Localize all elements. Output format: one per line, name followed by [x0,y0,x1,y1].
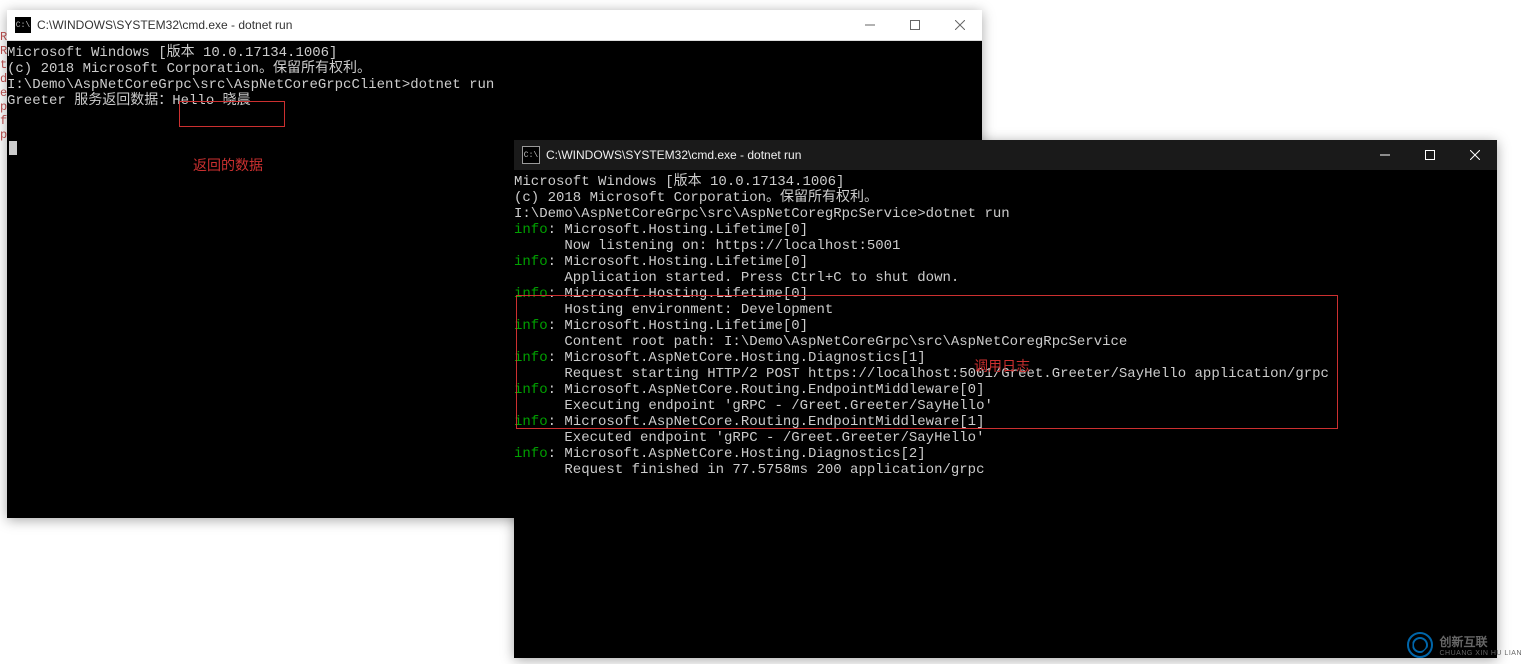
titlebar[interactable]: C:\ C:\WINDOWS\SYSTEM32\cmd.exe - dotnet… [7,10,982,41]
log-line-source: info: Microsoft.AspNetCore.Hosting.Diagn… [514,446,1493,462]
log-line-source: info: Microsoft.Hosting.Lifetime[0] [514,286,1493,302]
log-line-source: info: Microsoft.AspNetCore.Hosting.Diagn… [514,350,1493,366]
cmd-icon: C:\ [522,146,540,164]
log-line-source: info: Microsoft.AspNetCore.Routing.Endpo… [514,414,1493,430]
terminal-output[interactable]: Microsoft Windows [版本 10.0.17134.1006](c… [514,170,1497,658]
maximize-button[interactable] [1407,140,1452,170]
close-button[interactable] [1452,140,1497,170]
watermark-text: 创新互联 [1439,633,1522,650]
watermark: 创新互联 CHUANG XIN HU LIAN [1407,632,1522,658]
annotation-label-return-data: 返回的数据 [193,157,263,173]
window-controls [1362,140,1497,170]
log-level: info [514,382,548,398]
log-line-message: Request starting HTTP/2 POST https://loc… [514,366,1493,382]
maximize-button[interactable] [892,10,937,40]
terminal-line: Microsoft Windows [版本 10.0.17134.1006] [514,174,1493,190]
log-line-message: Now listening on: https://localhost:5001 [514,238,1493,254]
terminal-line: Greeter 服务返回数据：Hello 晓晨 [7,93,978,109]
log-line-message: Content root path: I:\Demo\AspNetCoreGrp… [514,334,1493,350]
terminal-line: (c) 2018 Microsoft Corporation。保留所有权利。 [514,190,1493,206]
log-line-message: Executing endpoint 'gRPC - /Greet.Greete… [514,398,1493,414]
text-cursor [9,141,17,155]
watermark-subtext: CHUANG XIN HU LIAN [1439,650,1522,657]
terminal-line: I:\Demo\AspNetCoreGrpc\src\AspNetCoreGrp… [7,77,978,93]
terminal-line: Microsoft Windows [版本 10.0.17134.1006] [7,45,978,61]
minimize-button[interactable] [847,10,892,40]
log-level: info [514,286,548,302]
log-level: info [514,318,548,334]
log-line-message: Application started. Press Ctrl+C to shu… [514,270,1493,286]
window-title: C:\WINDOWS\SYSTEM32\cmd.exe - dotnet run [37,18,847,32]
terminal-line: (c) 2018 Microsoft Corporation。保留所有权利。 [7,61,978,77]
log-level: info [514,350,548,366]
log-level: info [514,222,548,238]
watermark-logo-icon [1407,632,1433,658]
minimize-button[interactable] [1362,140,1407,170]
log-level: info [514,414,548,430]
log-line-message: Hosting environment: Development [514,302,1493,318]
log-line-source: info: Microsoft.AspNetCore.Routing.Endpo… [514,382,1493,398]
log-line-message: Executed endpoint 'gRPC - /Greet.Greeter… [514,430,1493,446]
log-line-source: info: Microsoft.Hosting.Lifetime[0] [514,222,1493,238]
log-line-source: info: Microsoft.Hosting.Lifetime[0] [514,318,1493,334]
window-title: C:\WINDOWS\SYSTEM32\cmd.exe - dotnet run [546,148,1362,162]
close-button[interactable] [937,10,982,40]
log-line-source: info: Microsoft.Hosting.Lifetime[0] [514,254,1493,270]
cmd-window-service: C:\ C:\WINDOWS\SYSTEM32\cmd.exe - dotnet… [514,140,1497,658]
log-level: info [514,446,548,462]
window-controls [847,10,982,40]
titlebar[interactable]: C:\ C:\WINDOWS\SYSTEM32\cmd.exe - dotnet… [514,140,1497,170]
log-line-message: Request finished in 77.5758ms 200 applic… [514,462,1493,478]
log-level: info [514,254,548,270]
terminal-line: I:\Demo\AspNetCoreGrpc\src\AspNetCoregRp… [514,206,1493,222]
cmd-icon: C:\ [15,17,31,33]
